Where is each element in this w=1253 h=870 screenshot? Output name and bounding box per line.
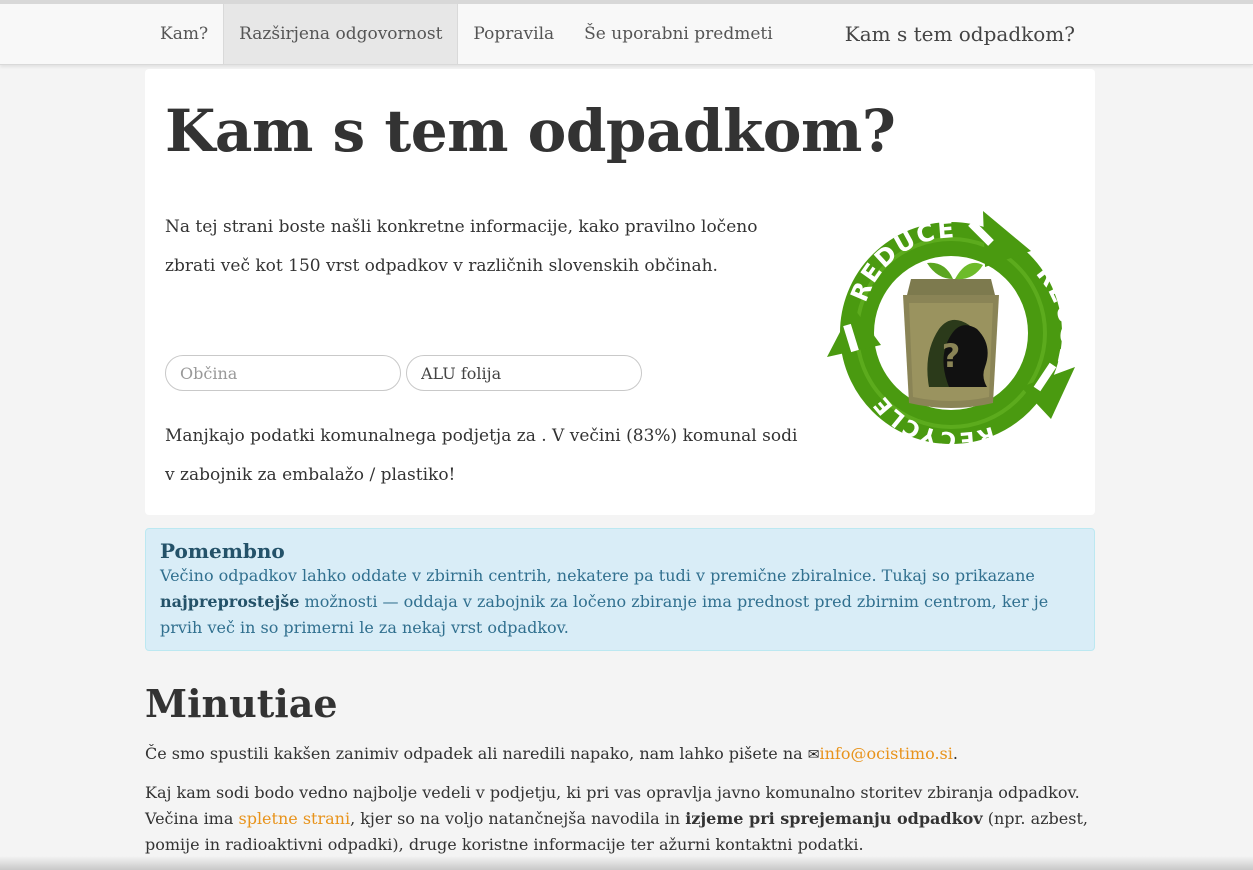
nav-item-razsirjena-odgovornost[interactable]: Razširjena odgovornost (223, 4, 459, 64)
nav-item-popravila[interactable]: Popravila (458, 4, 569, 64)
recycle-logo: REDUCE REUSE RECYCLE ? (827, 211, 1077, 452)
waste-search-input[interactable] (406, 355, 642, 391)
nav-item-kam[interactable]: Kam? (145, 4, 223, 64)
municipality-input[interactable] (165, 355, 401, 391)
info-paragraph: Kaj kam sodi bodo vedno najbolje vedeli … (145, 783, 1088, 854)
recycle-bin-icon: ? (903, 262, 999, 408)
exceptions-emphasis: izjeme pri sprejemanju odpadkov (685, 809, 983, 828)
svg-text:?: ? (942, 337, 961, 375)
alert-title: Pomembno (160, 539, 285, 563)
bottom-shadow (0, 856, 1253, 870)
contact-paragraph: Če smo spustili kakšen zanimiv odpadek a… (145, 744, 958, 763)
section-title-minutiae: Minutiae (145, 681, 338, 726)
missing-data-notice: Manjkajo podatki komunalnega podjetja za… (165, 426, 798, 485)
hero-panel: Kam s tem odpadkom? Na tej strani boste … (145, 69, 1095, 515)
alert-text: Večino odpadkov lahko oddate v zbirnih c… (160, 566, 1049, 637)
mail-icon: ✉ (807, 747, 820, 763)
email-link[interactable]: info@ocistimo.si (819, 744, 952, 763)
important-alert: Pomembno Večino odpadkov lahko oddate v … (145, 528, 1095, 651)
navbar: Kam? Razširjena odgovornost Popravila Še… (0, 0, 1253, 65)
intro-text: Na tej strani boste našli konkretne info… (165, 217, 758, 276)
page-title: Kam s tem odpadkom? (165, 97, 896, 165)
websites-link[interactable]: spletne strani (238, 809, 350, 828)
alert-emphasis: najpreprostejše (160, 592, 300, 611)
navbar-brand[interactable]: Kam s tem odpadkom? (845, 4, 1075, 64)
nav-menu: Kam? Razširjena odgovornost Popravila Še… (145, 4, 788, 64)
nav-item-se-uporabni-predmeti[interactable]: Še uporabni predmeti (569, 4, 788, 64)
